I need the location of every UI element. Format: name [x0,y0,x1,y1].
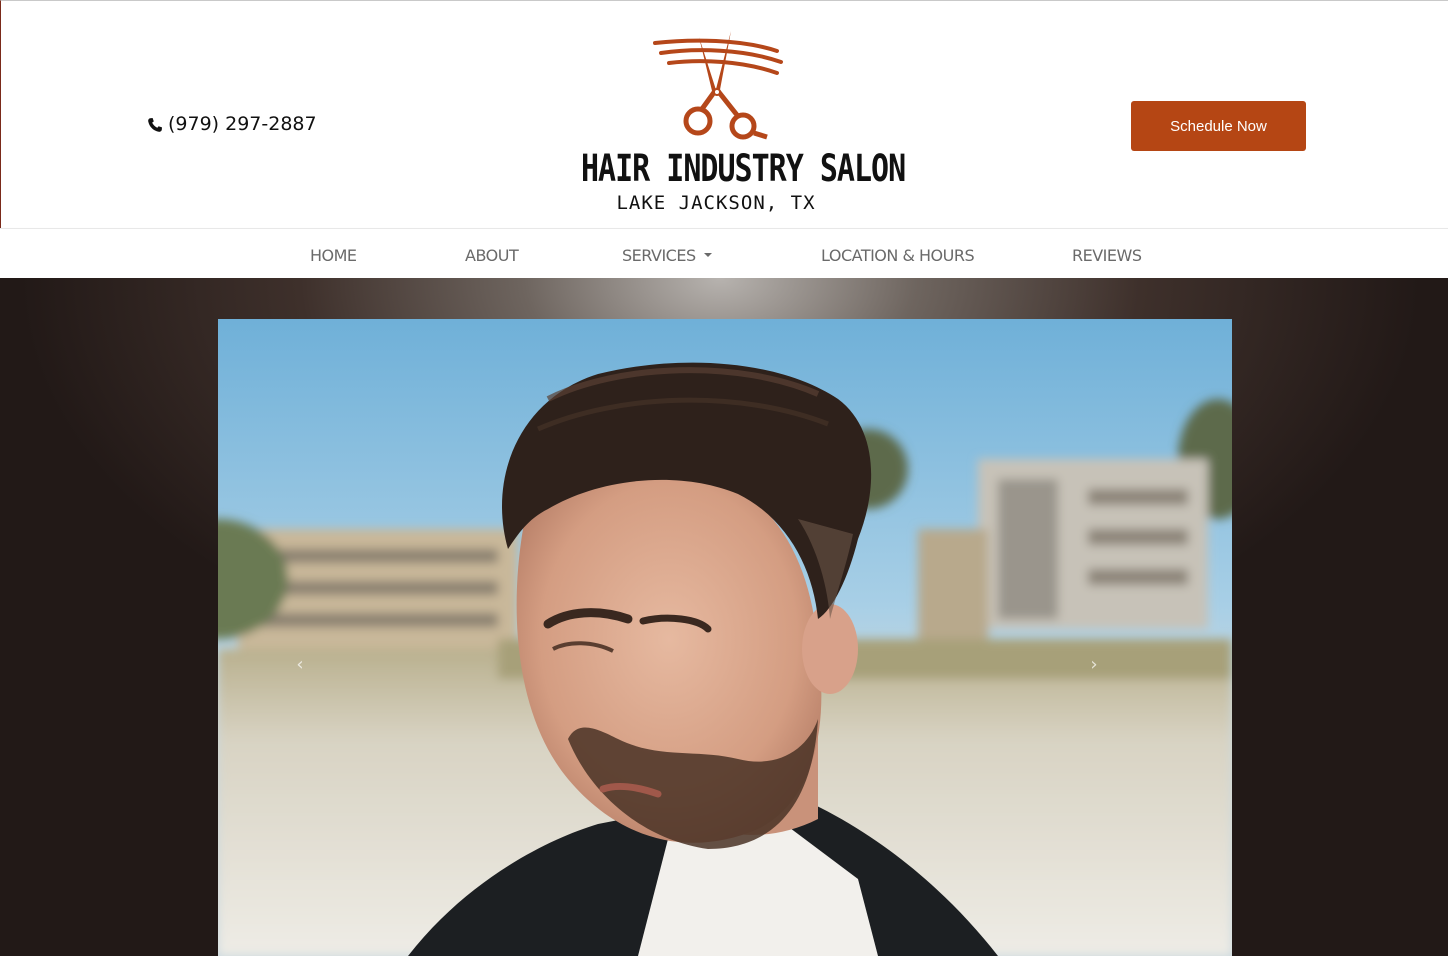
carousel-next-button[interactable]: › [1086,654,1102,676]
scissors-logo-icon [653,31,783,140]
nav-reviews[interactable]: Reviews [1072,243,1142,267]
nav-about[interactable]: About [465,243,519,267]
nav-reviews-label: Reviews [1072,245,1142,265]
site-header: (979) 297-2887 HAIR INDUSTRY SALON LAKE … [0,0,1448,228]
chevron-down-icon [703,253,712,257]
carousel-prev-button[interactable]: ‹ [292,654,308,676]
nav-about-label: About [465,245,519,265]
carousel-slide-image [218,319,1232,956]
nav-location-hours[interactable]: Location & Hours [821,243,975,267]
phone-icon [147,116,163,132]
main-navigation: Home About Services Location & Hours Rev… [0,228,1448,278]
nav-services[interactable]: Services [622,243,712,267]
phone-number-text: (979) 297-2887 [168,113,317,135]
nav-home-label: Home [310,245,357,265]
nav-home[interactable]: Home [310,243,357,267]
schedule-now-button[interactable]: Schedule Now [1131,101,1306,151]
phone-number[interactable]: (979) 297-2887 [147,113,317,135]
logo-subtitle: LAKE JACKSON, TX [616,192,816,214]
nav-location-hours-label: Location & Hours [821,245,975,265]
nav-services-label: Services [622,245,696,265]
salon-logo[interactable]: HAIR INDUSTRY SALON LAKE JACKSON, TX [581,29,906,219]
logo-title: HAIR INDUSTRY SALON [581,147,906,191]
